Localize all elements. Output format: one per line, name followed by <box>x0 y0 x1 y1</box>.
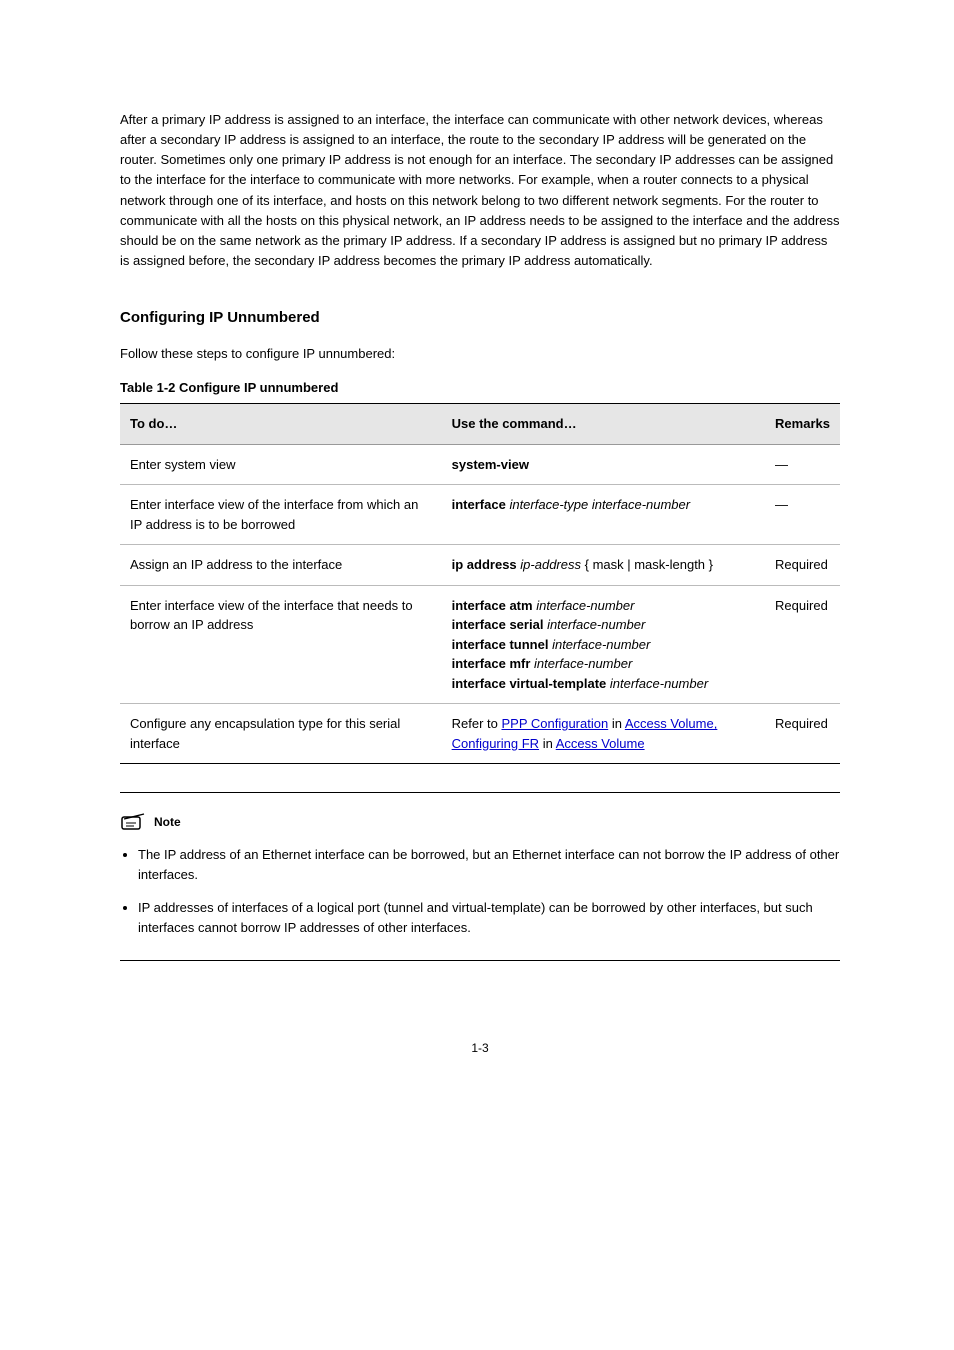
cell-cmd: Refer to PPP Configuration in Access Vol… <box>442 704 765 764</box>
iface-line: interface mfr interface-number <box>452 654 755 674</box>
cell-todo: Configure any encapsulation type for thi… <box>120 704 442 764</box>
section-heading: Configuring IP Unnumbered <box>120 309 840 326</box>
table-caption: Table 1-2 Configure IP unnumbered <box>120 380 840 395</box>
th-remarks: Remarks <box>765 404 840 445</box>
cell-remarks: Required <box>765 585 840 704</box>
table-row: Enter interface view of the interface th… <box>120 585 840 704</box>
cell-todo: Enter interface view of the interface th… <box>120 585 442 704</box>
cell-todo: Assign an IP address to the interface <box>120 545 442 586</box>
table-row: Assign an IP address to the interface ip… <box>120 545 840 586</box>
cell-remarks: — <box>765 485 840 545</box>
iface-line: interface tunnel interface-number <box>452 635 755 655</box>
link-ppp-config[interactable]: PPP Configuration <box>501 716 608 731</box>
table-header-row: To do… Use the command… Remarks <box>120 404 840 445</box>
iface-line: interface virtual-template interface-num… <box>452 674 755 694</box>
cell-todo: Enter interface view of the interface fr… <box>120 485 442 545</box>
th-todo: To do… <box>120 404 442 445</box>
link-prefix: Refer to <box>452 716 502 731</box>
cmd-rest: { mask | mask-length } <box>585 557 713 572</box>
table-row: Configure any encapsulation type for thi… <box>120 704 840 764</box>
link-mid2: in <box>543 736 556 751</box>
cell-remarks: Required <box>765 545 840 586</box>
note-list: The IP address of an Ethernet interface … <box>120 845 840 938</box>
list-item: The IP address of an Ethernet interface … <box>138 845 840 885</box>
cell-remarks: — <box>765 444 840 485</box>
table-row: Enter system view system-view — <box>120 444 840 485</box>
link-mid: in <box>612 716 625 731</box>
link-access-volume[interactable]: Access Volume <box>556 736 645 751</box>
cmd-italic: ip-address <box>520 557 581 572</box>
note-block: Note The IP address of an Ethernet inter… <box>120 792 840 961</box>
cmd-bold: interface <box>452 497 506 512</box>
page-number: 1-3 <box>120 1041 840 1055</box>
cmd-bold: ip address <box>452 557 517 572</box>
iface-line: interface serial interface-number <box>452 615 755 635</box>
cmd-bold: system-view <box>452 457 529 472</box>
cell-cmd: interface interface-type interface-numbe… <box>442 485 765 545</box>
cmd-italic: interface-type interface-number <box>509 497 690 512</box>
config-table: To do… Use the command… Remarks Enter sy… <box>120 403 840 764</box>
cell-todo: Enter system view <box>120 444 442 485</box>
cell-cmd: interface atm interface-number interface… <box>442 585 765 704</box>
iface-line: interface atm interface-number <box>452 596 755 616</box>
note-label: Note <box>154 815 181 829</box>
cell-cmd: system-view <box>442 444 765 485</box>
th-command: Use the command… <box>442 404 765 445</box>
lead-paragraph: Follow these steps to configure IP unnum… <box>120 344 840 364</box>
note-icon <box>120 811 148 833</box>
table-row: Enter interface view of the interface fr… <box>120 485 840 545</box>
cell-remarks: Required <box>765 704 840 764</box>
cell-cmd: ip address ip-address { mask | mask-leng… <box>442 545 765 586</box>
divider <box>120 960 840 961</box>
intro-paragraph: After a primary IP address is assigned t… <box>120 110 840 271</box>
list-item: IP addresses of interfaces of a logical … <box>138 898 840 938</box>
